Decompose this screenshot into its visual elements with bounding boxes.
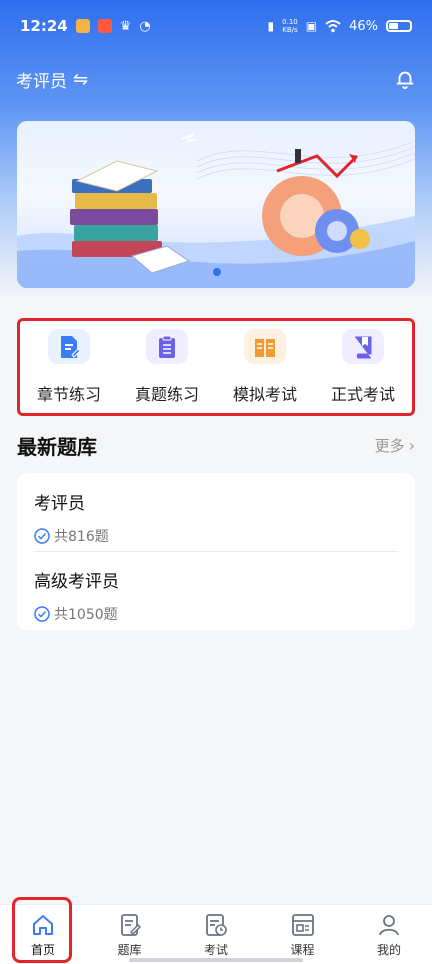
tab-label: 课程 — [290, 943, 315, 957]
network-speed: 0.10 KB/s — [282, 18, 298, 34]
header: 考评员 ⇋ — [0, 62, 432, 96]
quick-action-label: 章节练习 — [36, 385, 101, 404]
swap-icon: ⇋ — [73, 68, 89, 90]
quick-action-mock-exam[interactable]: 模拟考试 — [216, 329, 314, 405]
list-item-meta: 共816题 — [34, 526, 398, 546]
role-label: 考评员 — [16, 71, 67, 92]
vibrate-icon: ▮ — [267, 19, 275, 33]
promo-banner[interactable] — [17, 121, 415, 288]
bell-icon[interactable] — [394, 68, 416, 90]
tab-label: 题库 — [117, 943, 142, 957]
quick-action-label: 真题练习 — [134, 385, 199, 404]
check-circle-icon — [34, 606, 50, 622]
status-bar: 12:24 ♛ ◔ ▮ 0.10 KB/s ▣ 46% — [0, 0, 432, 52]
past-paper-icon — [146, 329, 188, 364]
tab-profile[interactable]: 我的 — [346, 905, 432, 964]
section-title: 最新题库 — [17, 434, 97, 459]
app-notification-icon — [75, 19, 90, 33]
role-switcher[interactable]: 考评员 ⇋ — [16, 67, 88, 92]
latest-question-bank-header: 最新题库 更多 › — [17, 430, 415, 460]
app-notification-icon: ◔ — [139, 18, 151, 34]
divider — [34, 551, 398, 552]
tab-home[interactable]: 首页 — [0, 905, 86, 964]
tab-question-bank[interactable]: 题库 — [87, 905, 173, 964]
question-count: 共816题 — [54, 529, 109, 545]
question-bank-icon — [120, 914, 141, 936]
gesture-home-indicator[interactable] — [129, 958, 303, 962]
quick-action-label: 模拟考试 — [232, 385, 297, 404]
tab-label: 我的 — [376, 943, 401, 957]
list-item-meta: 共1050题 — [34, 604, 398, 624]
more-label: 更多 — [374, 436, 405, 455]
question-count: 共1050题 — [54, 607, 118, 623]
list-item[interactable]: 考评员 共816题 — [34, 489, 398, 546]
list-item-title: 高级考评员 — [34, 572, 119, 592]
course-icon — [291, 914, 314, 936]
tab-course[interactable]: 课程 — [260, 905, 346, 964]
formal-exam-icon — [342, 329, 384, 364]
battery-percent: 46% — [349, 18, 378, 34]
question-bank-list: 考评员 共816题 高级考评员 共1050题 — [17, 473, 415, 630]
bottom-tab-bar: 首页 题库 考试 课程 我的 — [0, 904, 432, 964]
tab-label: 考试 — [203, 943, 228, 957]
mock-exam-icon — [244, 329, 286, 364]
list-item-title: 考评员 — [34, 494, 85, 514]
profile-icon — [379, 915, 399, 936]
network-speed-unit: KB/s — [282, 26, 298, 34]
home-icon — [33, 915, 53, 935]
carousel-indicator-dot[interactable] — [213, 268, 221, 276]
battery-icon — [386, 20, 412, 32]
status-time: 12:24 — [20, 17, 68, 35]
chevron-right-icon: › — [408, 435, 415, 455]
list-item[interactable]: 高级考评员 共1050题 — [34, 567, 398, 624]
quick-action-past-papers[interactable]: 真题练习 — [118, 329, 216, 405]
exam-icon — [206, 914, 227, 936]
sim-icon: ▣ — [305, 19, 318, 33]
wifi-icon — [325, 20, 341, 33]
quick-action-formal-exam[interactable]: 正式考试 — [314, 329, 412, 405]
network-speed-value: 0.10 — [282, 18, 298, 26]
status-right: ▮ 0.10 KB/s ▣ 46% — [268, 18, 412, 34]
quick-actions: 章节练习 真题练习 模拟考试 正式考试 — [17, 318, 415, 416]
quick-action-chapter-practice[interactable]: 章节练习 — [20, 329, 118, 405]
crown-icon: ♛ — [119, 18, 132, 34]
chapter-practice-icon — [48, 329, 90, 364]
tab-label: 首页 — [30, 943, 55, 957]
quick-action-label: 正式考试 — [330, 385, 395, 404]
status-left: 12:24 ♛ ◔ — [20, 17, 151, 35]
banner-illustration — [17, 132, 415, 288]
more-link[interactable]: 更多 › — [375, 435, 415, 456]
app-notification-icon — [97, 19, 112, 33]
tab-exam[interactable]: 考试 — [173, 905, 259, 964]
check-circle-icon — [34, 528, 50, 544]
